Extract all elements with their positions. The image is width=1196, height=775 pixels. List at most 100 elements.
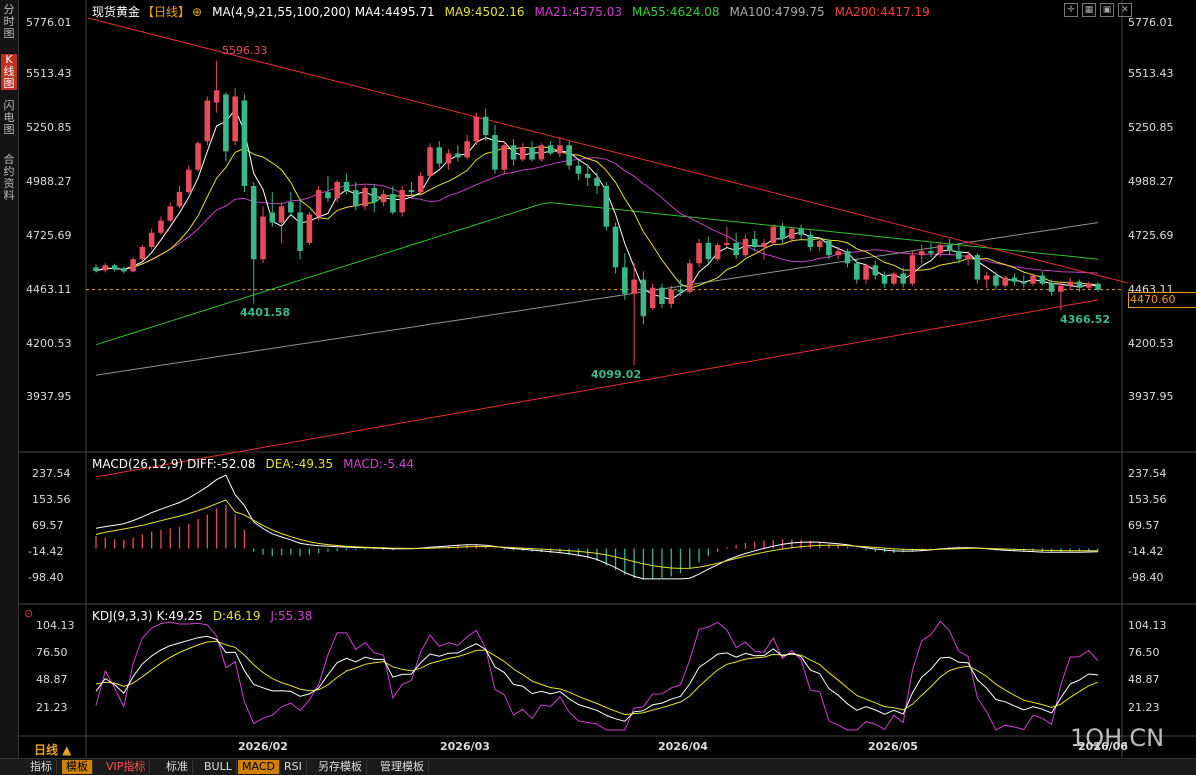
current-price-tag: 4470.60 — [1128, 292, 1196, 308]
period-label[interactable]: 【日线】 — [142, 5, 190, 19]
candle-body — [770, 226, 777, 243]
candle-body — [529, 147, 535, 160]
candle-body — [427, 147, 433, 176]
candle-body — [779, 226, 786, 239]
bottom-tab-2[interactable]: VIP指标 — [102, 760, 151, 774]
high-annotation: 5596.33 — [222, 44, 268, 57]
zoom-icon[interactable]: ▣ — [1100, 3, 1114, 17]
candle-body — [158, 220, 164, 233]
candle-body — [232, 96, 238, 142]
candle-body — [334, 181, 341, 199]
candle-body — [501, 145, 508, 170]
date-tick-0: 2026/02 — [238, 740, 288, 753]
candle-body — [445, 153, 452, 164]
candle-body — [612, 226, 619, 268]
macd-diff-line — [95, 474, 1099, 580]
bottom-tab-1[interactable]: 模板 — [62, 760, 93, 774]
low-annotation-1: 4401.58 — [240, 306, 291, 319]
candle-body — [677, 289, 684, 292]
candle-body — [492, 135, 498, 170]
candle-body — [306, 214, 313, 243]
bottom-tab-3[interactable]: 标准 — [162, 760, 193, 774]
candle-body — [167, 206, 174, 221]
candle-body — [622, 267, 628, 294]
macd-diff: DIFF:-52.08 — [187, 457, 256, 471]
side-tab-0[interactable]: 分时图 — [1, 4, 17, 40]
candle-body — [130, 259, 136, 272]
ma9-value: MA9:4502.16 — [444, 5, 525, 19]
bottom-tab-4[interactable]: BULL — [200, 760, 237, 774]
side-tab-1[interactable]: K线图 — [1, 54, 17, 90]
period-selector[interactable]: 日线 ▲ — [34, 741, 71, 758]
candle-body — [148, 232, 155, 248]
price-tick-R2: 5250.85 — [1128, 121, 1174, 134]
candle-body — [352, 190, 359, 207]
candle-body — [213, 90, 220, 103]
candle-body — [269, 212, 276, 223]
candle-body — [631, 279, 637, 294]
bottom-tab-5[interactable]: MACD — [238, 760, 280, 774]
candle-body — [362, 188, 368, 207]
candle-body — [993, 275, 999, 286]
macd-tick-R2: 69.57 — [1128, 519, 1160, 532]
instrument-name: 现货黄金 — [92, 5, 141, 19]
ma-params: MA(4,9,21,55,100,200) — [212, 5, 351, 19]
candle-body — [575, 165, 582, 174]
candle-body — [835, 251, 842, 256]
ma200-value: MA200:4417.19 — [834, 5, 930, 19]
kdj-tick-R0: 104.13 — [1128, 619, 1167, 632]
candle-body — [1095, 283, 1101, 290]
candle-body — [519, 147, 526, 160]
macd-tick-R3: -14.42 — [1128, 545, 1164, 558]
ma55-line — [95, 202, 1099, 346]
candle-body — [176, 192, 183, 207]
bottom-tab-0[interactable]: 指标 — [26, 760, 57, 774]
candle-body — [185, 169, 192, 193]
close-icon[interactable]: ✕ — [1118, 3, 1132, 17]
candle-body — [807, 234, 814, 248]
candle-body — [371, 188, 378, 203]
candle-body — [928, 251, 934, 254]
main-header: 现货黄金 【日线】 ⊕ MA(4,9,21,55,100,200) MA4:4495.7… — [92, 3, 940, 20]
price-tick-L2: 5250.85 — [26, 121, 72, 134]
candle-body — [584, 173, 591, 178]
side-tab-3[interactable]: 合约资料 — [1, 154, 17, 202]
bottom-tab-8[interactable]: 管理模板 — [376, 760, 429, 774]
price-tick-L1: 5513.43 — [26, 67, 72, 80]
candle-body — [909, 255, 916, 284]
macd-tick-R4: -98.40 — [1128, 571, 1164, 584]
kdj-settings-icon[interactable]: ⊙ — [24, 607, 33, 620]
candle-body — [826, 240, 832, 256]
kdj-tick-R3: 21.23 — [1128, 701, 1160, 714]
date-tick-3: 2026/05 — [868, 740, 918, 753]
grid-icon[interactable]: ▦ — [1082, 3, 1096, 17]
candle-body — [102, 265, 109, 271]
macd-params: MACD(26,12,9) — [92, 457, 184, 471]
kdj-header: KDJ(9,3,3) K:49.25 D:46.19 J:55.38 — [92, 609, 322, 623]
candle-body — [844, 251, 851, 264]
macd-tick-L2: 69.57 — [32, 519, 64, 532]
price-tick-R3: 4988.27 — [1128, 175, 1174, 188]
candle-body — [724, 242, 730, 245]
candle-body — [260, 216, 266, 260]
candle-body — [659, 287, 665, 304]
candle-body — [278, 206, 285, 223]
candle-body — [566, 145, 572, 166]
side-tab-2[interactable]: 闪电图 — [1, 100, 17, 136]
macd-tick-R0: 237.54 — [1128, 467, 1167, 480]
candle-body — [121, 268, 127, 272]
candle-body — [603, 185, 610, 227]
kdj-d: D:46.19 — [212, 609, 261, 623]
candle-body — [482, 116, 489, 136]
candle-body — [223, 94, 229, 152]
macd-tick-L3: -14.42 — [28, 545, 64, 558]
bottom-tab-7[interactable]: 另存模板 — [314, 760, 367, 774]
candle-body — [742, 238, 749, 256]
candle-body — [816, 240, 823, 248]
candle-body — [881, 275, 888, 284]
candle-body — [640, 279, 647, 317]
settings-icon[interactable]: ⊕ — [192, 5, 202, 19]
crosshair-icon[interactable]: ✛ — [1064, 3, 1078, 17]
bottom-tab-6[interactable]: RSI — [280, 760, 307, 774]
candle-body — [733, 242, 739, 256]
